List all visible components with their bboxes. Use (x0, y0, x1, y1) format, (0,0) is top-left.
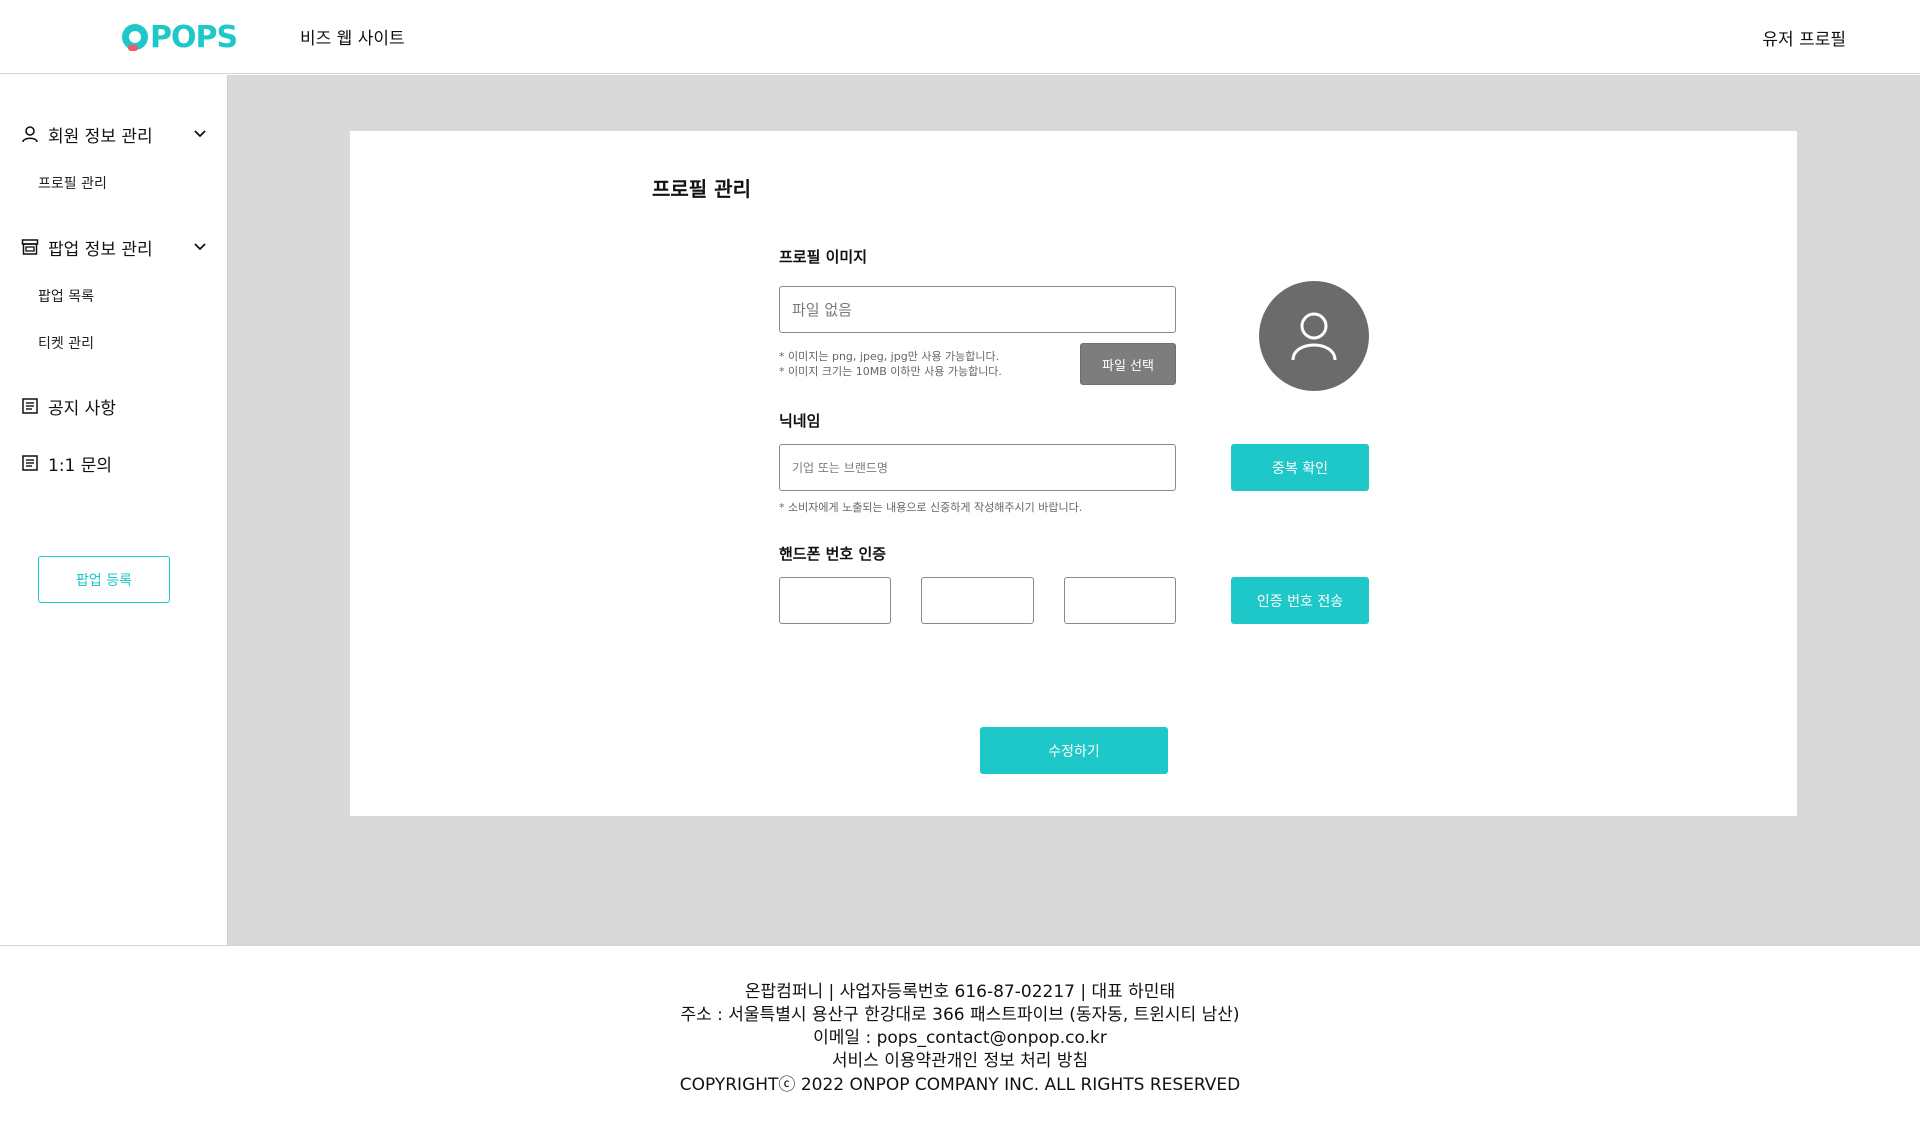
nickname-input[interactable] (792, 460, 1175, 475)
sidebar-item-popup-list[interactable]: 팝업 목록 (38, 286, 94, 306)
popup-register-button[interactable]: 팝업 등록 (38, 556, 170, 603)
phone-part1-input[interactable] (792, 592, 890, 609)
sidebar-item-inquiry[interactable]: 1:1 문의 (20, 449, 210, 477)
chevron-down-icon[interactable] (190, 124, 210, 144)
footer-copyright: COPYRIGHTⓒ 2022 ONPOP COMPANY INC. ALL R… (679, 1075, 1241, 1095)
biz-site-link[interactable]: 비즈 웹 사이트 (300, 24, 405, 49)
profile-avatar (1259, 281, 1369, 391)
sidebar-item-profile[interactable]: 프로필 관리 (38, 173, 107, 193)
sidebar-link-label: 공지 사항 (48, 398, 116, 419)
duplicate-check-button[interactable]: 중복 확인 (1231, 444, 1369, 491)
submit-edit-button[interactable]: 수정하기 (980, 727, 1168, 774)
phone-part2-input[interactable] (934, 592, 1033, 609)
opops-logo[interactable]: POPS (122, 19, 238, 55)
phone-verify-label: 핸드폰 번호 인증 (779, 545, 887, 563)
user-profile-link[interactable]: 유저 프로필 (1762, 25, 1846, 50)
sidebar-group-label: 팝업 정보 관리 (48, 239, 153, 260)
chevron-down-icon[interactable] (190, 237, 210, 257)
nickname-field[interactable] (779, 444, 1176, 491)
sidebar-item-ticket-manage[interactable]: 티켓 관리 (38, 333, 94, 353)
profile-image-label: 프로필 이미지 (779, 248, 868, 266)
footer-company-info: 온팝컴퍼니 | 사업자등록번호 616-87-02217 | 대표 하민태 (744, 982, 1176, 1002)
sidebar: 회원 정보 관리 프로필 관리 팝업 정보 관리 팝업 목록 티켓 관리 공지 … (0, 75, 228, 945)
sidebar-group-popup-info[interactable]: 팝업 정보 관리 (20, 233, 210, 261)
footer-terms-link[interactable]: 서비스 이용약관개인 정보 처리 방침 (0, 1050, 1920, 1073)
document-icon (20, 453, 40, 473)
top-header: POPS 비즈 웹 사이트 유저 프로필 (0, 0, 1920, 74)
send-verification-button[interactable]: 인증 번호 전송 (1231, 577, 1369, 624)
file-select-button[interactable]: 파일 선택 (1080, 343, 1176, 385)
file-name-field[interactable] (779, 286, 1176, 333)
phone-part3-field[interactable] (1064, 577, 1176, 624)
nickname-label: 닉네임 (779, 412, 821, 430)
footer-email: 이메일 : pops_contact@onpop.co.kr (813, 1028, 1107, 1048)
sidebar-group-label: 회원 정보 관리 (48, 126, 153, 147)
phone-part1-field[interactable] (779, 577, 891, 624)
sidebar-group-member-info[interactable]: 회원 정보 관리 (20, 120, 210, 148)
user-icon (20, 124, 40, 144)
page-title: 프로필 관리 (652, 177, 751, 201)
footer: 온팝컴퍼니 | 사업자등록번호 616-87-02217 | 대표 하민태 주소… (0, 945, 1920, 1131)
sidebar-link-label: 1:1 문의 (48, 455, 113, 476)
phone-part2-field[interactable] (921, 577, 1034, 624)
logo-o-mark (122, 24, 148, 51)
phone-part3-input[interactable] (1077, 592, 1175, 609)
logo-text: POPS (150, 19, 238, 55)
store-icon (20, 237, 40, 257)
user-avatar-icon (1291, 312, 1337, 361)
sidebar-item-notice[interactable]: 공지 사항 (20, 392, 210, 420)
document-icon (20, 396, 40, 416)
image-hint-line: * 이미지 크기는 10MB 이하만 사용 가능합니다. (779, 365, 1002, 378)
image-hint: * 이미지는 png, jpeg, jpg만 사용 가능합니다. * 이미지 크… (779, 349, 1002, 379)
file-name-input[interactable] (792, 300, 1175, 319)
nickname-hint: * 소비자에게 노출되는 내용으로 신중하게 작성해주시기 바랍니다. (779, 501, 1083, 514)
image-hint-line: * 이미지는 png, jpeg, jpg만 사용 가능합니다. (779, 350, 1000, 363)
footer-address: 주소 : 서울특별시 용산구 한강대로 366 패스트파이브 (동자동, 트윈시… (680, 1005, 1240, 1025)
